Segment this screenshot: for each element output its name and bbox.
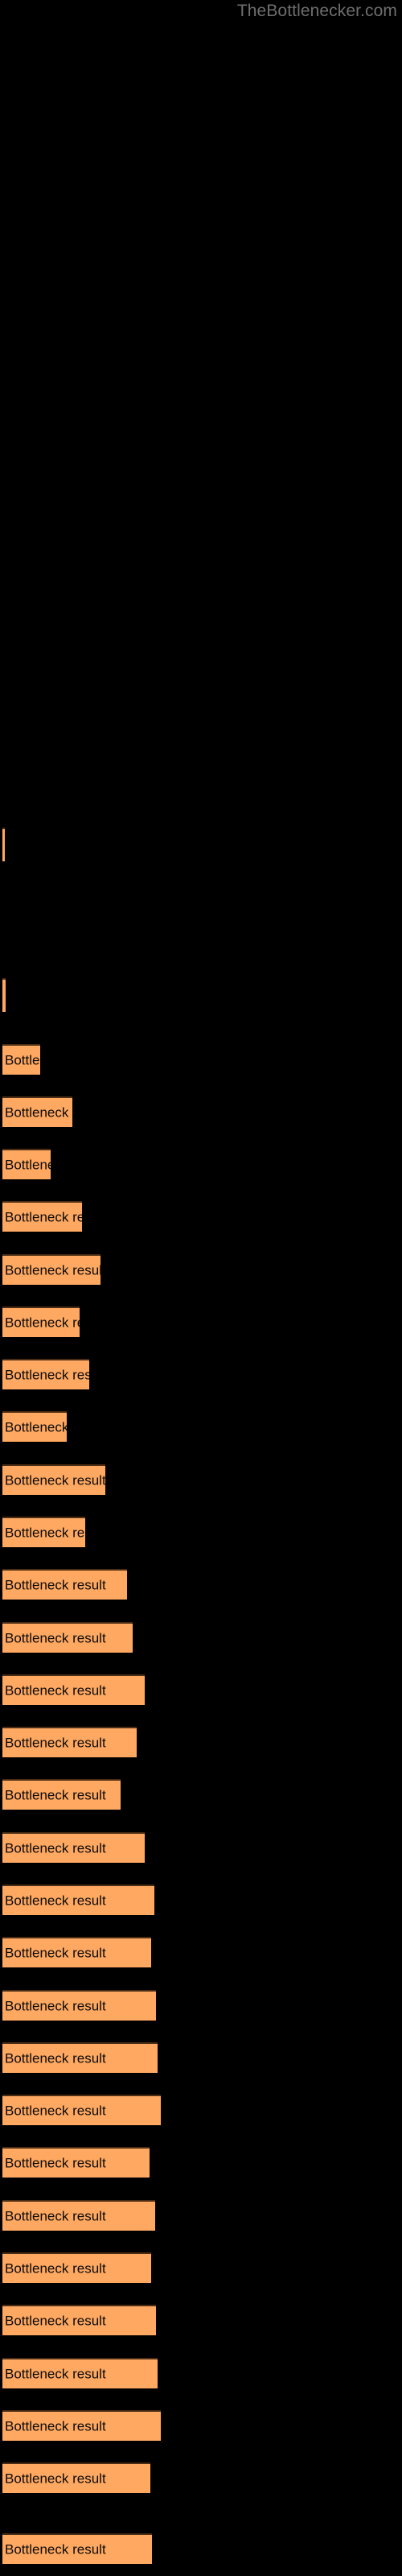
- bar-label: Bottleneck result: [5, 1262, 100, 1278]
- bottleneck-result-bar: Bottleneck result: [2, 1411, 67, 1442]
- bar-label: Bottleneck result: [5, 1315, 80, 1331]
- bar-label: Bottleneck result: [5, 1893, 106, 1909]
- bottleneck-result-bar: Bottleneck result: [2, 1149, 51, 1179]
- bar-label: Bottleneck result: [5, 2050, 106, 2066]
- bottleneck-result-bar: Bottleneck result: [2, 1937, 151, 1967]
- bar-label: Bottleneck result: [5, 1157, 51, 1173]
- bottleneck-result-bar: Bottleneck result: [2, 1832, 145, 1863]
- bar-label: Bottleneck result: [5, 1840, 106, 1856]
- bar-label: Bottleneck result: [5, 2313, 106, 2329]
- bar-label: Bottleneck result: [5, 1735, 106, 1751]
- bar-label: Bottleneck result: [5, 1104, 72, 1121]
- bottleneck-result-bar: Bottleneck result: [2, 1727, 137, 1757]
- bar-label: Bottleneck result: [5, 1525, 85, 1541]
- bar-label: Bottleneck result: [5, 1209, 82, 1225]
- bottleneck-result-bar: Bottleneck result: [2, 1044, 40, 1075]
- bottleneck-chart-root: Bottleneck result Bottleneck result Bottle…: [0, 0, 402, 2576]
- bottleneck-result-bar: Bottleneck result: [2, 2042, 158, 2073]
- bar-label: Bottleneck result: [5, 2366, 106, 2382]
- bottleneck-result-bar: Bottleneck result: [2, 1517, 85, 1547]
- bar-label: Bottleneck result: [5, 2418, 106, 2434]
- bottleneck-result-bar: Bottleneck result: [2, 2252, 151, 2283]
- bottleneck-result-bar: Bottleneck result: [2, 1307, 80, 1337]
- bar-label: Bottleneck result: [5, 2103, 106, 2119]
- site-watermark: TheBottlenecker.com: [236, 2, 397, 20]
- bar-label: Bottleneck result: [5, 1998, 106, 2014]
- bottleneck-result-bar: Bottleneck result: [2, 1359, 89, 1389]
- bar-label: Bottleneck result: [5, 2471, 106, 2487]
- bar-label: Bottleneck result: [5, 1787, 106, 1803]
- bar-label: Bottleneck result: [5, 1682, 106, 1699]
- bar-chart-plot-area: Bottleneck result Bottleneck result Bottle…: [0, 0, 402, 2576]
- bottleneck-result-bar: Bottleneck result: [2, 2305, 156, 2335]
- bottleneck-result-bar: Bottleneck result: [2, 1464, 105, 1495]
- bottleneck-result-bar: Bottleneck result: [2, 828, 5, 861]
- bottleneck-result-bar: Bottleneck result: [2, 1885, 154, 1915]
- bottleneck-result-bar: Bottleneck result: [2, 1779, 121, 1810]
- bar-label: Bottleneck result: [5, 2541, 106, 2557]
- bottleneck-result-bar: Bottleneck result: [2, 1674, 145, 1705]
- bottleneck-result-bar: Bottleneck result: [2, 2147, 150, 2178]
- bottleneck-result-bar: Bottleneck result: [2, 2200, 155, 2231]
- bar-label: Bottleneck result: [5, 2208, 106, 2224]
- bar-label: Bottleneck result: [5, 1577, 106, 1593]
- bottleneck-result-bar: Bottleneck result: [2, 978, 6, 1012]
- bottleneck-result-bar: Bottleneck result: [2, 2095, 161, 2125]
- bar-label: Bottleneck result: [5, 1630, 106, 1646]
- bottleneck-result-bar: Bottleneck result: [2, 1622, 133, 1653]
- bottleneck-result-bar: Bottleneck result: [2, 2462, 150, 2493]
- bottleneck-result-bar: Bottleneck result: [2, 1990, 156, 2021]
- bar-label: Bottleneck result: [5, 1419, 67, 1435]
- bottleneck-result-bar: Bottleneck result: [2, 1569, 127, 1600]
- bottleneck-result-bar: Bottleneck result: [2, 2410, 161, 2441]
- bar-label: Bottleneck result: [5, 2260, 106, 2277]
- bottleneck-result-bar: Bottleneck result: [2, 1096, 72, 1127]
- bar-label: Bottleneck result: [5, 1472, 105, 1488]
- bottleneck-result-bar: Bottleneck result: [2, 1201, 82, 1232]
- bar-label: Bottleneck result: [5, 1367, 89, 1383]
- bar-label: Bottleneck result: [5, 1052, 40, 1068]
- bar-label: Bottleneck result: [5, 1945, 106, 1961]
- bottleneck-result-bar: Bottleneck result: [2, 1254, 100, 1285]
- bottleneck-result-bar: Bottleneck result: [2, 2358, 158, 2388]
- bar-label: Bottleneck result: [5, 2155, 106, 2171]
- bottleneck-result-bar: Bottleneck result: [2, 2533, 152, 2564]
